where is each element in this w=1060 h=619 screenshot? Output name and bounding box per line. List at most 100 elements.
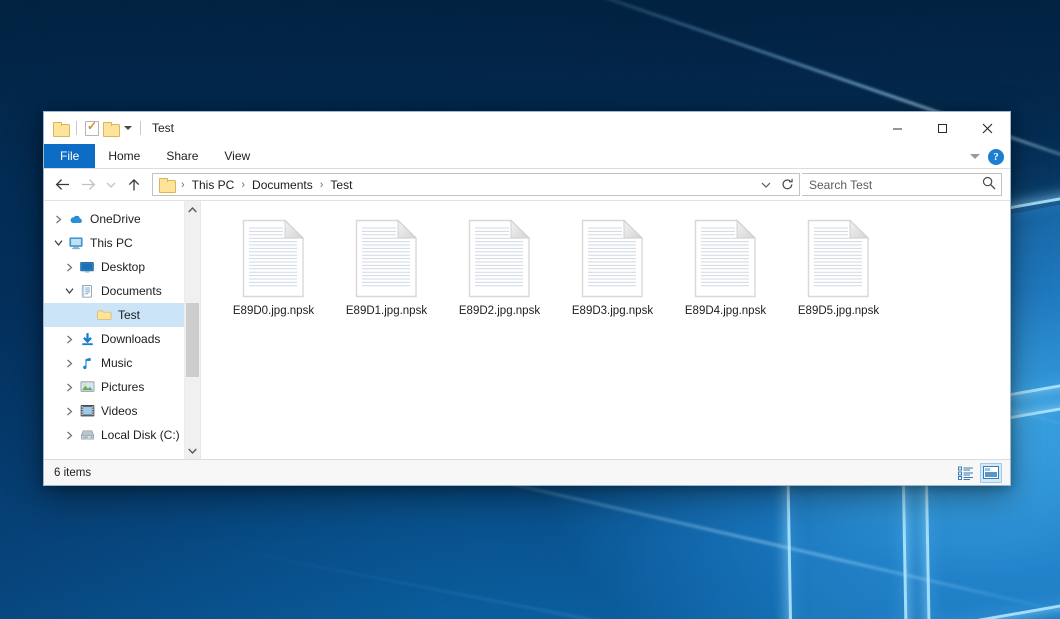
chevron-down-icon[interactable]: [50, 239, 67, 247]
divider: [140, 121, 141, 135]
tab-view[interactable]: View: [211, 144, 263, 168]
search-placeholder: Search Test: [809, 178, 872, 192]
document-icon: [694, 219, 757, 298]
file-explorer-window: Test File Home Share View ?: [43, 111, 1011, 486]
chevron-right-icon[interactable]: [61, 431, 78, 440]
close-button[interactable]: [965, 112, 1010, 144]
pictures-icon: [78, 380, 96, 394]
quick-access-toolbar: [44, 121, 145, 136]
help-icon[interactable]: ?: [988, 149, 1004, 165]
document-icon: [242, 219, 305, 298]
chevron-right-icon[interactable]: [61, 407, 78, 416]
file-name-label: E89D2.jpg.npsk: [459, 304, 540, 318]
sidebar-item-label: OneDrive: [90, 212, 141, 226]
chevron-right-icon[interactable]: [61, 335, 78, 344]
scrollbar-thumb[interactable]: [186, 303, 199, 377]
desktop: Test File Home Share View ?: [0, 0, 1060, 619]
large-icons-view-button[interactable]: [980, 463, 1002, 483]
music-icon: [78, 356, 96, 371]
recent-locations-button[interactable]: [102, 173, 120, 197]
onedrive-icon: [67, 212, 85, 226]
file-item[interactable]: E89D1.jpg.npsk: [330, 215, 443, 333]
sidebar-item-label: Test: [118, 308, 140, 322]
sidebar-item-label: Downloads: [101, 332, 160, 346]
breadcrumb-separator: ›: [179, 179, 187, 191]
sidebar-item-label: Desktop: [101, 260, 145, 274]
minimize-button[interactable]: [875, 112, 920, 144]
tab-share[interactable]: Share: [153, 144, 211, 168]
file-item[interactable]: E89D3.jpg.npsk: [556, 215, 669, 333]
tab-file[interactable]: File: [44, 144, 95, 168]
up-button[interactable]: [122, 173, 146, 197]
document-icon: [355, 219, 418, 298]
new-folder-icon[interactable]: [103, 122, 118, 135]
search-input[interactable]: Search Test: [802, 173, 1002, 196]
breadcrumb-item-this-pc[interactable]: This PC: [188, 177, 239, 193]
previous-locations-icon[interactable]: [756, 174, 776, 195]
sidebar-scrollbar[interactable]: [184, 201, 200, 459]
file-item[interactable]: E89D2.jpg.npsk: [443, 215, 556, 333]
file-list[interactable]: E89D0.jpg.npsk E89D1.jpg.npsk E89D2.jpg.np…: [201, 201, 1010, 459]
document-icon: [807, 219, 870, 298]
sidebar-item-test[interactable]: Test: [44, 303, 200, 327]
file-item[interactable]: E89D5.jpg.npsk: [782, 215, 895, 333]
desktop-icon: [78, 260, 96, 275]
properties-icon[interactable]: [85, 121, 99, 136]
sidebar-item-downloads[interactable]: Downloads: [44, 327, 200, 351]
chevron-down-icon[interactable]: [124, 126, 132, 130]
sidebar-item-label: Pictures: [101, 380, 144, 394]
file-name-label: E89D4.jpg.npsk: [685, 304, 766, 318]
ribbon-actions: ?: [970, 144, 1004, 169]
videos-icon: [78, 404, 96, 418]
view-buttons: [955, 463, 1002, 483]
navigation-pane: OneDrive This PC Desktop Documents Test Downl…: [44, 201, 201, 459]
sidebar-item-videos[interactable]: Videos: [44, 399, 200, 423]
sidebar-item-desktop[interactable]: Desktop: [44, 255, 200, 279]
chevron-right-icon[interactable]: [61, 359, 78, 368]
sidebar-item-this-pc[interactable]: This PC: [44, 231, 200, 255]
details-view-button[interactable]: [955, 463, 977, 483]
document-icon: [468, 219, 531, 298]
breadcrumb-item-documents[interactable]: Documents: [248, 177, 317, 193]
breadcrumb-item-test[interactable]: Test: [326, 177, 356, 193]
sidebar-item-local-disk-c[interactable]: Local Disk (C:): [44, 423, 200, 447]
window-title: Test: [152, 121, 174, 135]
thispc-icon: [67, 236, 85, 251]
sidebar-item-label: Documents: [101, 284, 162, 298]
address-bar-actions: [756, 174, 797, 195]
folder-icon[interactable]: [159, 178, 174, 191]
expand-ribbon-icon[interactable]: [970, 154, 980, 159]
sidebar-item-onedrive[interactable]: OneDrive: [44, 207, 200, 231]
forward-button[interactable]: [76, 173, 100, 197]
chevron-right-icon[interactable]: [50, 215, 67, 224]
maximize-button[interactable]: [920, 112, 965, 144]
scroll-down-icon[interactable]: [185, 442, 200, 459]
title-bar: Test: [44, 112, 1010, 144]
ribbon-tab-bar: File Home Share View ?: [44, 144, 1010, 169]
sidebar-item-music[interactable]: Music: [44, 351, 200, 375]
refresh-icon[interactable]: [777, 174, 797, 195]
file-item[interactable]: E89D0.jpg.npsk: [217, 215, 330, 333]
folder-icon[interactable]: [53, 122, 68, 135]
file-name-label: E89D1.jpg.npsk: [346, 304, 427, 318]
folder-icon: [95, 308, 113, 322]
breadcrumb-bar[interactable]: › This PC › Documents › Test: [152, 173, 800, 196]
back-button[interactable]: [50, 173, 74, 197]
sidebar-item-pictures[interactable]: Pictures: [44, 375, 200, 399]
chevron-right-icon[interactable]: [61, 383, 78, 392]
sidebar-item-documents[interactable]: Documents: [44, 279, 200, 303]
tab-home[interactable]: Home: [95, 144, 153, 168]
chevron-down-icon[interactable]: [61, 287, 78, 295]
file-name-label: E89D3.jpg.npsk: [572, 304, 653, 318]
search-icon[interactable]: [982, 176, 996, 193]
window-controls: [875, 112, 1010, 144]
sidebar-item-label: Videos: [101, 404, 137, 418]
sidebar-item-label: Local Disk (C:): [101, 428, 180, 442]
file-name-label: E89D0.jpg.npsk: [233, 304, 314, 318]
explorer-body: OneDrive This PC Desktop Documents Test Downl…: [44, 200, 1010, 459]
file-item[interactable]: E89D4.jpg.npsk: [669, 215, 782, 333]
status-bar: 6 items: [44, 459, 1010, 485]
scrollbar-track[interactable]: [185, 218, 200, 442]
scroll-up-icon[interactable]: [185, 201, 200, 218]
chevron-right-icon[interactable]: [61, 263, 78, 272]
